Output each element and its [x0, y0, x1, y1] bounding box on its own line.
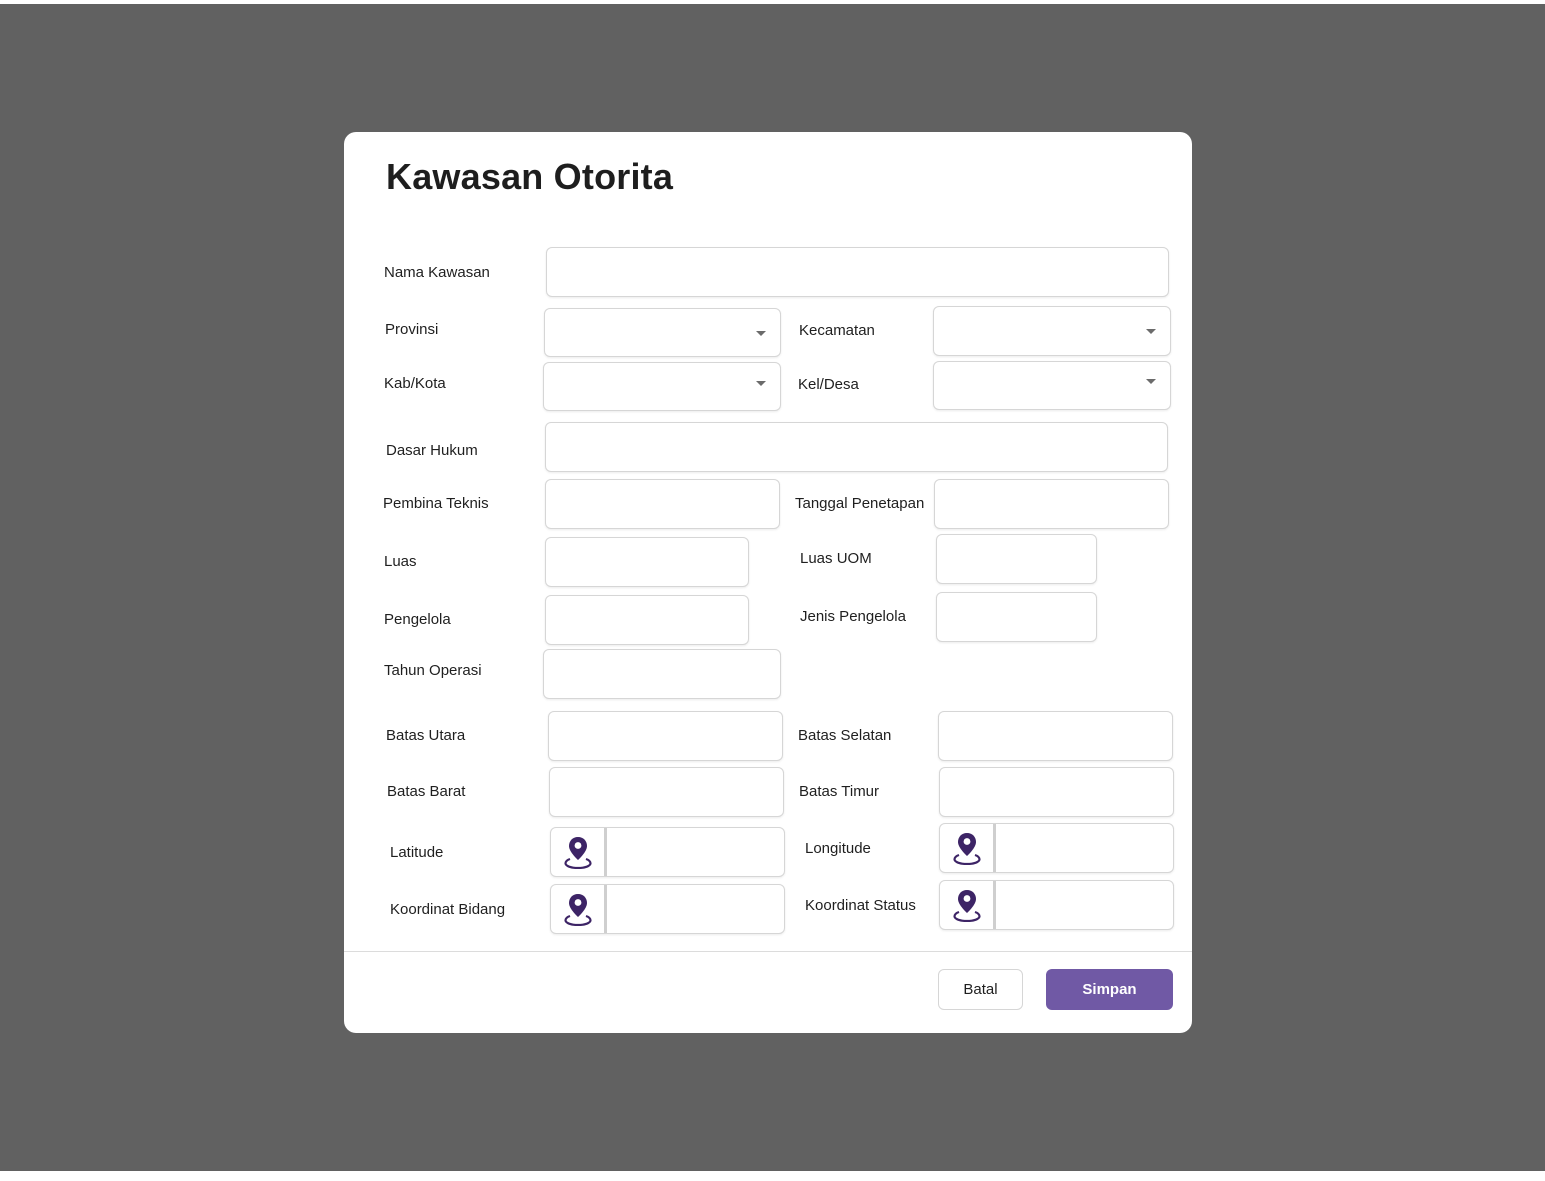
map-pin-icon — [952, 833, 981, 865]
latitude-input[interactable] — [550, 827, 785, 877]
batas-utara-input[interactable] — [548, 711, 783, 761]
kab-kota-select[interactable] — [543, 362, 781, 411]
caret-down-icon — [756, 380, 766, 386]
label-koordinat-bidang: Koordinat Bidang — [390, 901, 506, 918]
label-kab-kota: Kab/Kota — [384, 375, 446, 392]
pengelola-input[interactable] — [545, 595, 749, 645]
nama-kawasan-input[interactable] — [546, 247, 1169, 297]
provinsi-select[interactable] — [544, 308, 781, 357]
label-jenis-pengelola: Jenis Pengelola — [800, 608, 906, 625]
label-longitude: Longitude — [805, 840, 871, 857]
label-nama-kawasan: Nama Kawasan — [384, 264, 490, 281]
cancel-button[interactable]: Batal — [938, 969, 1023, 1010]
longitude-pick-location-button[interactable] — [940, 824, 996, 872]
tahun-operasi-input[interactable] — [543, 649, 781, 699]
map-pin-icon — [563, 837, 592, 869]
label-dasar-hukum: Dasar Hukum — [386, 442, 478, 459]
label-tahun-operasi: Tahun Operasi — [384, 662, 482, 679]
label-batas-barat: Batas Barat — [387, 783, 466, 800]
label-kel-desa: Kel/Desa — [798, 376, 859, 393]
label-tanggal-penetapan: Tanggal Penetapan — [795, 495, 925, 512]
pembina-teknis-input[interactable] — [545, 479, 780, 529]
dialog-title: Kawasan Otorita — [386, 156, 674, 197]
save-button[interactable]: Simpan — [1046, 969, 1173, 1010]
label-pengelola: Pengelola — [384, 611, 451, 628]
label-luas: Luas — [384, 553, 417, 570]
label-batas-utara: Batas Utara — [386, 727, 466, 744]
label-provinsi: Provinsi — [385, 321, 439, 338]
luas-input[interactable] — [545, 537, 749, 587]
latitude-pick-location-button[interactable] — [551, 828, 607, 876]
tanggal-penetapan-input[interactable] — [934, 479, 1169, 529]
label-batas-selatan: Batas Selatan — [798, 727, 892, 744]
koordinat-bidang-pick-location-button[interactable] — [551, 885, 607, 933]
label-latitude: Latitude — [390, 844, 444, 861]
batas-barat-input[interactable] — [549, 767, 784, 817]
caret-down-icon — [1146, 329, 1156, 334]
caret-down-icon — [756, 330, 766, 336]
kawasan-otorita-dialog: Kawasan Otorita Nama Kawasan Provinsi Ke… — [344, 132, 1192, 1033]
luas-uom-input[interactable] — [936, 534, 1097, 584]
jenis-pengelola-input[interactable] — [936, 592, 1097, 642]
label-batas-timur: Batas Timur — [799, 783, 880, 800]
label-kecamatan: Kecamatan — [799, 322, 875, 339]
kecamatan-select[interactable] — [933, 306, 1171, 356]
batas-timur-input[interactable] — [939, 767, 1174, 817]
koordinat-status-pick-location-button[interactable] — [940, 881, 996, 929]
label-koordinat-status: Koordinat Status — [805, 897, 916, 914]
map-pin-icon — [952, 890, 981, 922]
caret-down-icon — [1146, 378, 1156, 384]
footer-divider — [344, 951, 1192, 952]
map-pin-icon — [563, 894, 592, 926]
koordinat-status-input[interactable] — [939, 880, 1174, 930]
dasar-hukum-input[interactable] — [545, 422, 1168, 472]
kel-desa-select[interactable] — [933, 361, 1171, 410]
longitude-input[interactable] — [939, 823, 1174, 873]
label-luas-uom: Luas UOM — [800, 550, 872, 567]
label-pembina-teknis: Pembina Teknis — [383, 495, 489, 512]
batas-selatan-input[interactable] — [938, 711, 1173, 761]
koordinat-bidang-input[interactable] — [550, 884, 785, 934]
